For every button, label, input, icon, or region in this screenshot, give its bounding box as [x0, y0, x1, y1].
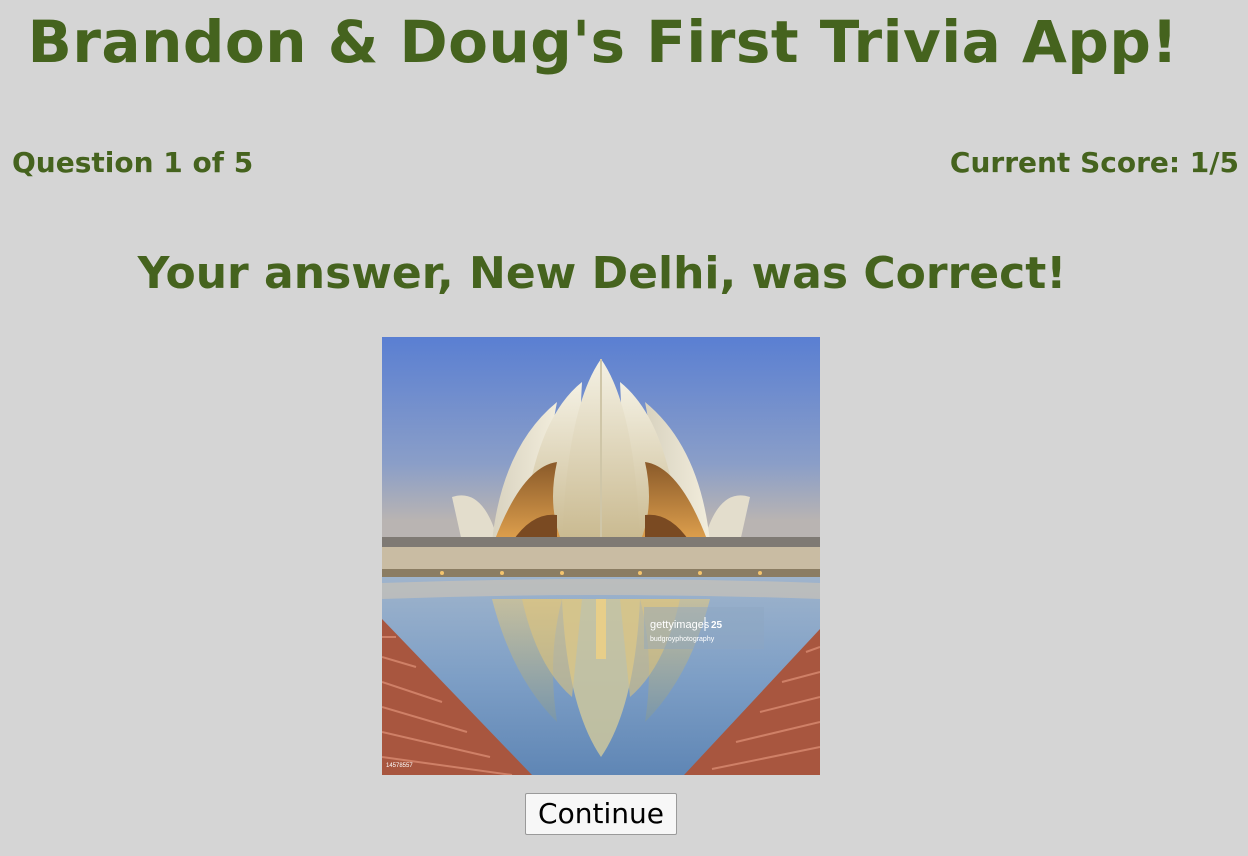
question-progress: Question 1 of 5	[12, 146, 254, 179]
gettyimages-watermark: gettyimages 25 budgroyphotography	[644, 607, 764, 649]
watermark-badge: 25	[711, 620, 723, 631]
current-score: Current Score: 1/5	[949, 146, 1239, 179]
image-id: 14578557	[386, 763, 413, 769]
watermark-brand: gettyimages	[650, 619, 710, 631]
answer-photo: gettyimages 25 budgroyphotography 145785…	[382, 337, 820, 775]
app-title: Brandon & Doug's First Trivia App!	[27, 8, 1179, 76]
answer-result-message: Your answer, New Delhi, was Correct!	[137, 248, 1067, 299]
watermark-credit: budgroyphotography	[650, 636, 715, 643]
trivia-page: Brandon & Doug's First Trivia App! Quest…	[0, 0, 1248, 856]
continue-button[interactable]: Continue	[525, 793, 677, 835]
